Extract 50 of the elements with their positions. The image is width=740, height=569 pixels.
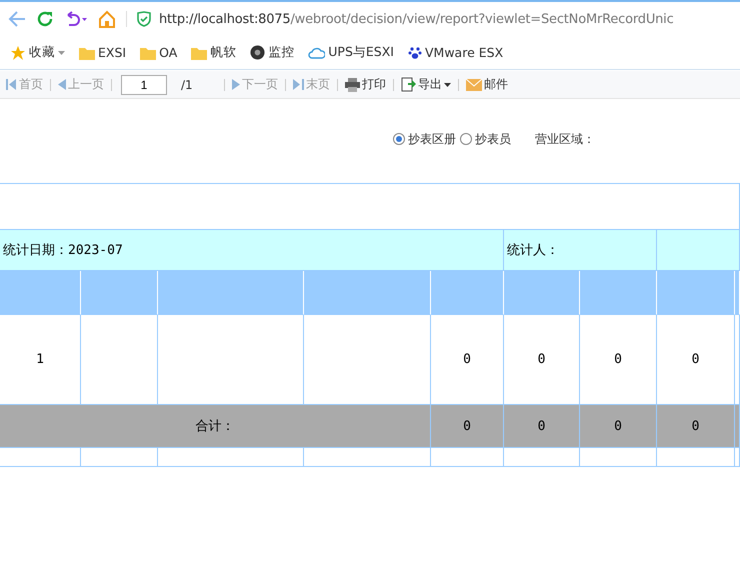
table-cell: 0	[431, 405, 504, 448]
toolbar-button[interactable]: 导出	[397, 76, 455, 93]
back-arrow-icon[interactable]	[8, 11, 26, 27]
next-icon	[232, 79, 240, 90]
table-cell: 0	[657, 315, 735, 405]
paw-icon	[408, 46, 422, 60]
bookmark-item[interactable]: 收藏	[10, 44, 65, 61]
bookmark-item[interactable]: VMware ESX	[408, 45, 504, 60]
bookmark-item[interactable]: UPS与ESXI	[308, 44, 394, 61]
folder-icon	[140, 46, 156, 60]
shield-icon	[137, 11, 151, 27]
first-page-icon	[6, 79, 17, 90]
bookmark-item[interactable]: OA	[140, 45, 178, 60]
table-cell: 0	[657, 405, 735, 448]
radio-button[interactable]	[393, 133, 405, 145]
bookmark-item[interactable]: 帆软	[191, 44, 236, 61]
bookmark-item[interactable]: EXSI	[79, 45, 126, 60]
radio-label: 抄表区册	[408, 130, 456, 148]
camera-icon	[250, 45, 266, 60]
star-icon	[10, 44, 26, 60]
page-total: /1	[180, 78, 194, 92]
printer-icon	[345, 78, 360, 92]
region-label: 营业区域：	[535, 130, 595, 148]
toolbar-button[interactable]: 打印	[341, 76, 390, 93]
previous-icon	[58, 79, 66, 90]
table-cell: 1	[0, 315, 81, 405]
cloud-icon	[308, 46, 326, 58]
table-cell: 0	[431, 315, 504, 405]
table-cell: 0	[504, 315, 580, 405]
total-label: 合计：	[0, 405, 431, 448]
folder-icon	[79, 46, 95, 60]
last-page-icon	[293, 79, 304, 90]
toolbar-button[interactable]: 邮件	[462, 76, 512, 93]
bookmark-item[interactable]: 监控	[250, 44, 294, 61]
address-bar[interactable]: http://localhost:8075/webroot/decision/view/report?viewlet=SectNoMrRecordUnic	[126, 11, 732, 27]
table-cell: 0	[504, 405, 580, 448]
home-icon[interactable]	[98, 10, 116, 28]
page-number-field[interactable]: 1	[121, 74, 167, 94]
date-label: 统计日期：2023-07	[3, 242, 123, 259]
mail-icon	[466, 78, 482, 90]
radio-label: 抄表员	[475, 130, 511, 148]
table-cell: 0	[580, 405, 657, 448]
export-icon	[401, 77, 416, 92]
caret-icon	[444, 82, 451, 86]
caret-icon	[58, 50, 65, 54]
table-cell: 0	[580, 315, 657, 405]
folder-icon	[191, 46, 208, 60]
reload-icon[interactable]	[36, 10, 54, 28]
person-label: 统计人：	[507, 242, 559, 259]
radio-button[interactable]	[460, 133, 472, 145]
